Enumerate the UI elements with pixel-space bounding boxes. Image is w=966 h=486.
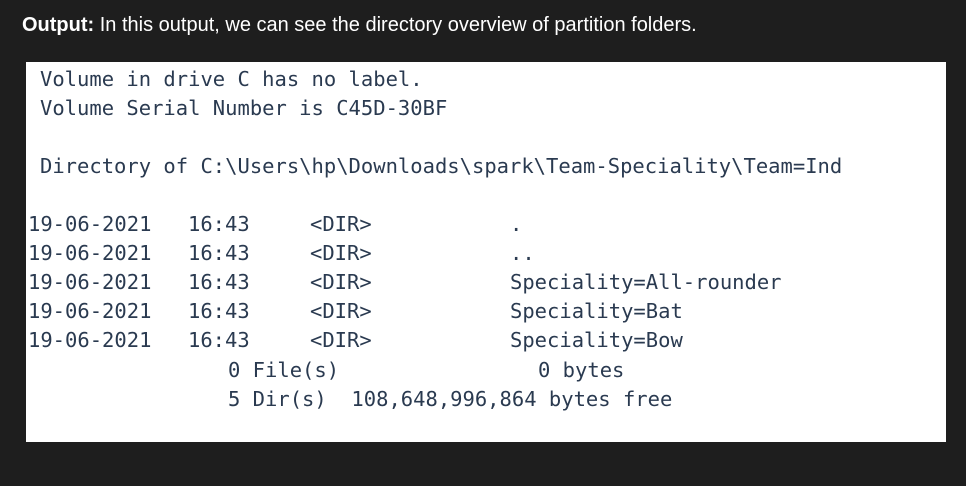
entry-type: <DIR> bbox=[310, 241, 372, 265]
entry-type: <DIR> bbox=[310, 299, 372, 323]
entry-date: 19-06-2021 bbox=[28, 270, 152, 294]
entry-type: <DIR> bbox=[310, 270, 372, 294]
volume-serial-line: Volume Serial Number is C45D-30BF bbox=[40, 96, 448, 120]
entry-time: 16:43 bbox=[188, 241, 250, 265]
caption-text: In this output, we can see the directory… bbox=[94, 14, 697, 36]
entry-date: 19-06-2021 bbox=[28, 299, 152, 323]
console-output-panel: Volume in drive C has no label. Volume S… bbox=[26, 62, 946, 442]
files-count-summary: 0 File(s) bbox=[228, 358, 340, 382]
entry-name: . bbox=[510, 212, 523, 236]
directory-entry-row: 19-06-2021 16:43 <DIR> Speciality=Bow bbox=[26, 326, 946, 355]
entry-time: 16:43 bbox=[188, 328, 250, 352]
files-bytes-summary: 0 bytes bbox=[538, 358, 625, 382]
entry-time: 16:43 bbox=[188, 299, 250, 323]
entry-name: Speciality=All-rounder bbox=[510, 270, 782, 294]
entry-date: 19-06-2021 bbox=[28, 212, 152, 236]
entry-time: 16:43 bbox=[188, 212, 250, 236]
output-caption: Output: In this output, we can see the d… bbox=[22, 10, 697, 40]
entry-name: Speciality=Bat bbox=[510, 299, 683, 323]
volume-label-line: Volume in drive C has no label. bbox=[40, 67, 423, 91]
dirs-free-space-summary: 5 Dir(s) 108,648,996,864 bytes free bbox=[228, 387, 673, 411]
directory-path-line: Directory of C:\Users\hp\Downloads\spark… bbox=[40, 154, 843, 178]
entry-time: 16:43 bbox=[188, 270, 250, 294]
entry-date: 19-06-2021 bbox=[28, 328, 152, 352]
directory-entry-row: 19-06-2021 16:43 <DIR> . bbox=[26, 210, 946, 239]
entry-type: <DIR> bbox=[310, 212, 372, 236]
entry-date: 19-06-2021 bbox=[28, 241, 152, 265]
page: Output: In this output, we can see the d… bbox=[0, 0, 966, 486]
directory-entry-row: 19-06-2021 16:43 <DIR> Speciality=All-ro… bbox=[26, 268, 946, 297]
entry-name: .. bbox=[510, 241, 535, 265]
directory-entry-row: 19-06-2021 16:43 <DIR> Speciality=Bat bbox=[26, 297, 946, 326]
directory-entry-row: 19-06-2021 16:43 <DIR> .. bbox=[26, 239, 946, 268]
entry-type: <DIR> bbox=[310, 328, 372, 352]
entry-name: Speciality=Bow bbox=[510, 328, 683, 352]
caption-label: Output: bbox=[22, 14, 95, 36]
